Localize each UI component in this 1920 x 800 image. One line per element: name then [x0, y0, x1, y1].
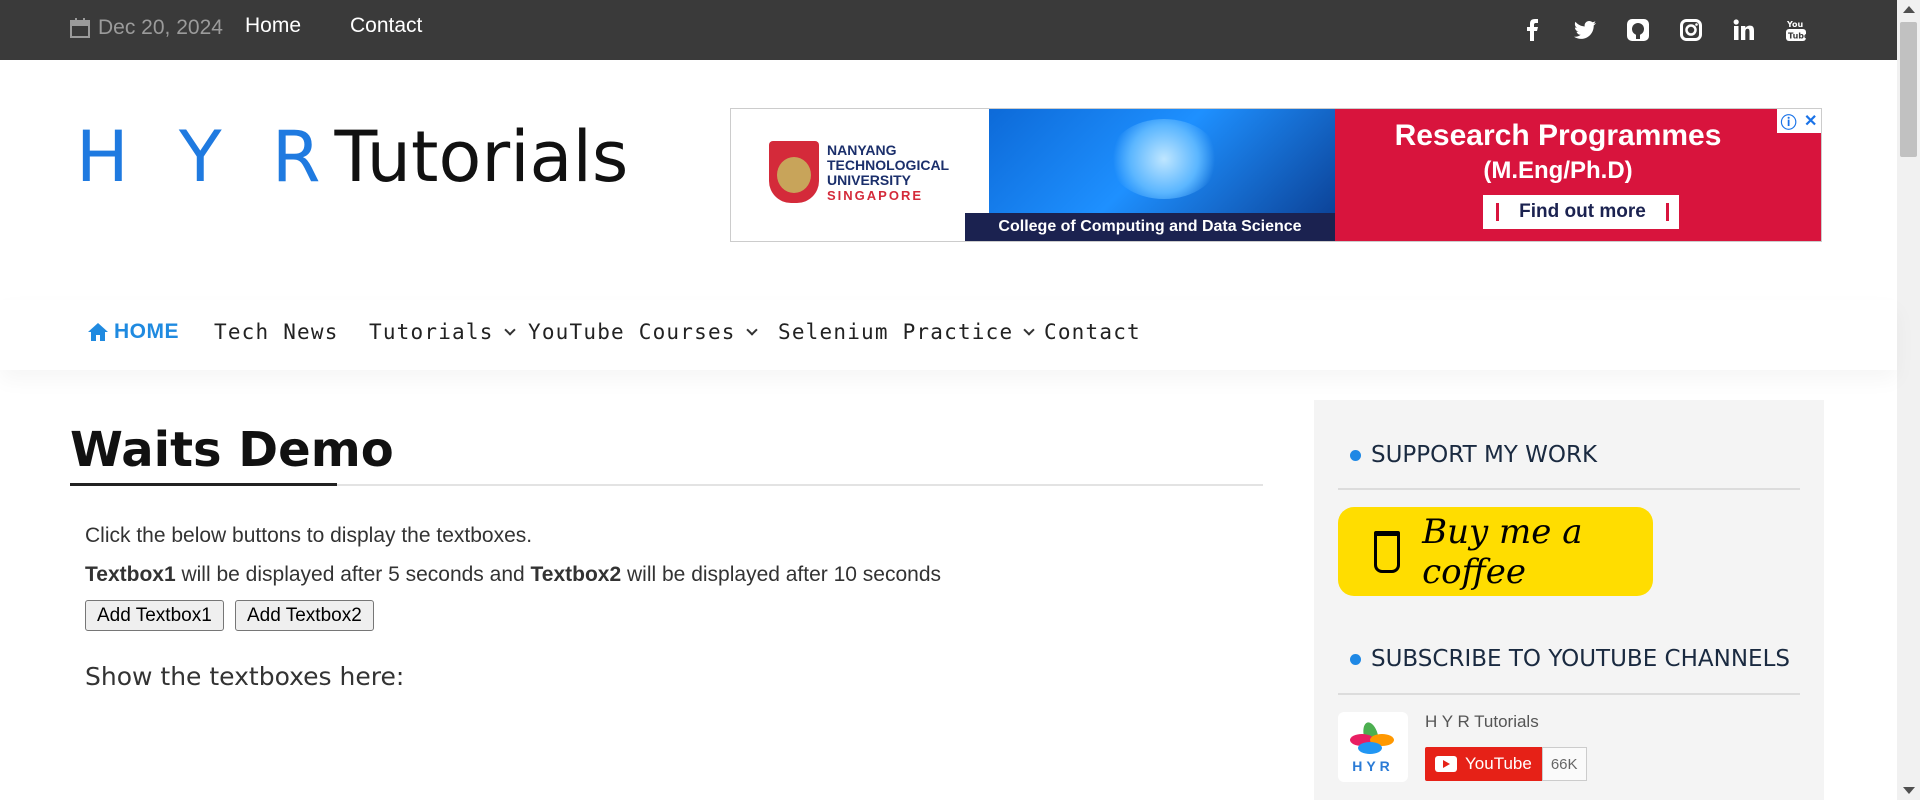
bullet-dot-icon [1350, 653, 1361, 665]
widget-divider [1338, 693, 1800, 695]
buy-me-a-coffee-button[interactable]: Buy me a coffee [1338, 507, 1653, 596]
ad-caption: College of Computing and Data Science [965, 213, 1335, 241]
support-widget-title: SUPPORT MY WORK [1350, 442, 1597, 468]
instruction-text: Textbox1 will be displayed after 5 secon… [85, 563, 941, 587]
ad-subheadline: (M.Eng/Ph.D) [1483, 157, 1633, 184]
ad-university-name: NANYANG TECHNOLOGICAL UNIVERSITY SINGAPO… [827, 142, 950, 204]
site-logo[interactable]: H Y RTutorials [76, 112, 628, 202]
chevron-down-icon [1023, 323, 1036, 336]
nav-selenium-practice[interactable]: Selenium Practice [778, 320, 1036, 344]
top-link-contact[interactable]: Contact [350, 14, 422, 38]
logo-tutorials: Tutorials [334, 116, 629, 198]
bullet-dot-icon [1350, 449, 1361, 461]
youtube-subscribe-button[interactable]: YouTube 66K [1425, 747, 1587, 781]
ad-info-icon[interactable]: ⓘ [1781, 109, 1797, 133]
nav-tech-news[interactable]: Tech News [214, 320, 339, 344]
subscribe-widget-title: SUBSCRIBE TO YOUTUBE CHANNELS [1350, 646, 1790, 672]
subscribe-title-text: SUBSCRIBE TO YOUTUBE CHANNELS [1371, 646, 1790, 672]
date-text: Dec 20, 2024 [98, 16, 223, 39]
ad-find-out-more-button[interactable]: Find out more [1483, 195, 1679, 229]
instruction-mid: will be displayed after 5 seconds and [175, 563, 531, 586]
top-link-home[interactable]: Home [245, 14, 301, 38]
ad-close-icon[interactable]: ✕ [1804, 111, 1817, 131]
coffee-cup-icon [1374, 530, 1401, 573]
ad-uni-line2: TECHNOLOGICAL [827, 157, 950, 173]
youtube-label-text: YouTube [1465, 754, 1532, 773]
scroll-up-arrow-icon[interactable] [1903, 6, 1915, 13]
ad-uni-line4: SINGAPORE [827, 188, 924, 203]
channel-name[interactable]: H Y R Tutorials [1425, 712, 1539, 732]
intro-text: Click the below buttons to display the t… [85, 524, 533, 547]
channel-logo-text: HYR [1352, 758, 1394, 774]
nav-tutorials-label: Tutorials [369, 320, 494, 344]
page-scrollbar[interactable] [1897, 0, 1920, 800]
nav-youtube-courses[interactable]: YouTube Courses [528, 320, 758, 344]
ad-controls: ⓘ ✕ [1777, 109, 1821, 133]
youtube-play-icon [1435, 756, 1457, 772]
ad-headline: Research Programmes [1394, 119, 1722, 152]
title-underline [70, 483, 337, 486]
twitter-icon[interactable] [1573, 18, 1597, 42]
textbox-area-label: Show the textboxes here: [85, 662, 405, 691]
page-title: Waits Demo [70, 422, 394, 478]
svg-text:Tube: Tube [1788, 32, 1806, 41]
logo-hyr: H Y R [76, 116, 335, 198]
textbox2-label: Textbox2 [530, 563, 622, 586]
buy-me-a-coffee-label: Buy me a coffee [1422, 511, 1583, 592]
ad-promo-panel: Research Programmes (M.Eng/Ph.D) Find ou… [1335, 109, 1821, 241]
sidebar: SUPPORT MY WORK Buy me a coffee SUBSCRIB… [1314, 400, 1824, 800]
brain-graphic-icon [1109, 119, 1219, 199]
ad-uni-line1: NANYANG [827, 142, 897, 158]
textbox1-label: Textbox1 [85, 563, 176, 586]
scroll-down-arrow-icon[interactable] [1903, 787, 1915, 794]
ad-image-panel: College of Computing and Data Science [965, 109, 1335, 241]
channel-avatar[interactable]: HYR [1338, 712, 1408, 782]
logo-leaf-blue [1358, 742, 1382, 754]
ad-banner[interactable]: NANYANG TECHNOLOGICAL UNIVERSITY SINGAPO… [730, 108, 1822, 242]
support-title-text: SUPPORT MY WORK [1371, 442, 1598, 468]
ad-uni-line3: UNIVERSITY [827, 172, 912, 188]
add-textbox1-button[interactable]: Add Textbox1 [85, 600, 224, 631]
nav-home-label: HOME [114, 320, 179, 343]
youtube-icon[interactable]: You Tube [1784, 18, 1808, 42]
nav-home[interactable]: HOME [88, 320, 179, 344]
nav-tutorials[interactable]: Tutorials [369, 320, 516, 344]
current-date: Dec 20, 2024 [70, 16, 223, 40]
ad-university-panel: NANYANG TECHNOLOGICAL UNIVERSITY SINGAPO… [731, 109, 989, 241]
home-icon [88, 323, 108, 341]
instagram-icon[interactable] [1679, 18, 1703, 42]
university-crest-icon [769, 141, 819, 203]
chevron-down-icon [503, 323, 516, 336]
instruction-end: will be displayed after 10 seconds [621, 563, 942, 586]
scrollbar-thumb[interactable] [1900, 22, 1917, 157]
youtube-subscribe-label: YouTube [1425, 747, 1542, 781]
top-bar: Dec 20, 2024 Home Contact You Tube [0, 0, 1897, 60]
widget-divider [1338, 488, 1800, 490]
nav-tech-news-label: Tech News [214, 320, 339, 344]
add-textbox2-button[interactable]: Add Textbox2 [235, 600, 374, 631]
svg-text:You: You [1786, 20, 1804, 29]
nav-youtube-courses-label: YouTube Courses [528, 320, 736, 344]
calendar-icon [70, 18, 90, 38]
facebook-icon[interactable] [1520, 18, 1544, 42]
chevron-down-icon [745, 323, 758, 336]
nav-contact[interactable]: Contact [1044, 320, 1141, 344]
nav-selenium-practice-label: Selenium Practice [778, 320, 1014, 344]
nav-contact-label: Contact [1044, 320, 1141, 344]
subscriber-count: 66K [1541, 747, 1587, 781]
linkedin-icon[interactable] [1732, 18, 1756, 42]
github-icon[interactable] [1626, 18, 1650, 42]
